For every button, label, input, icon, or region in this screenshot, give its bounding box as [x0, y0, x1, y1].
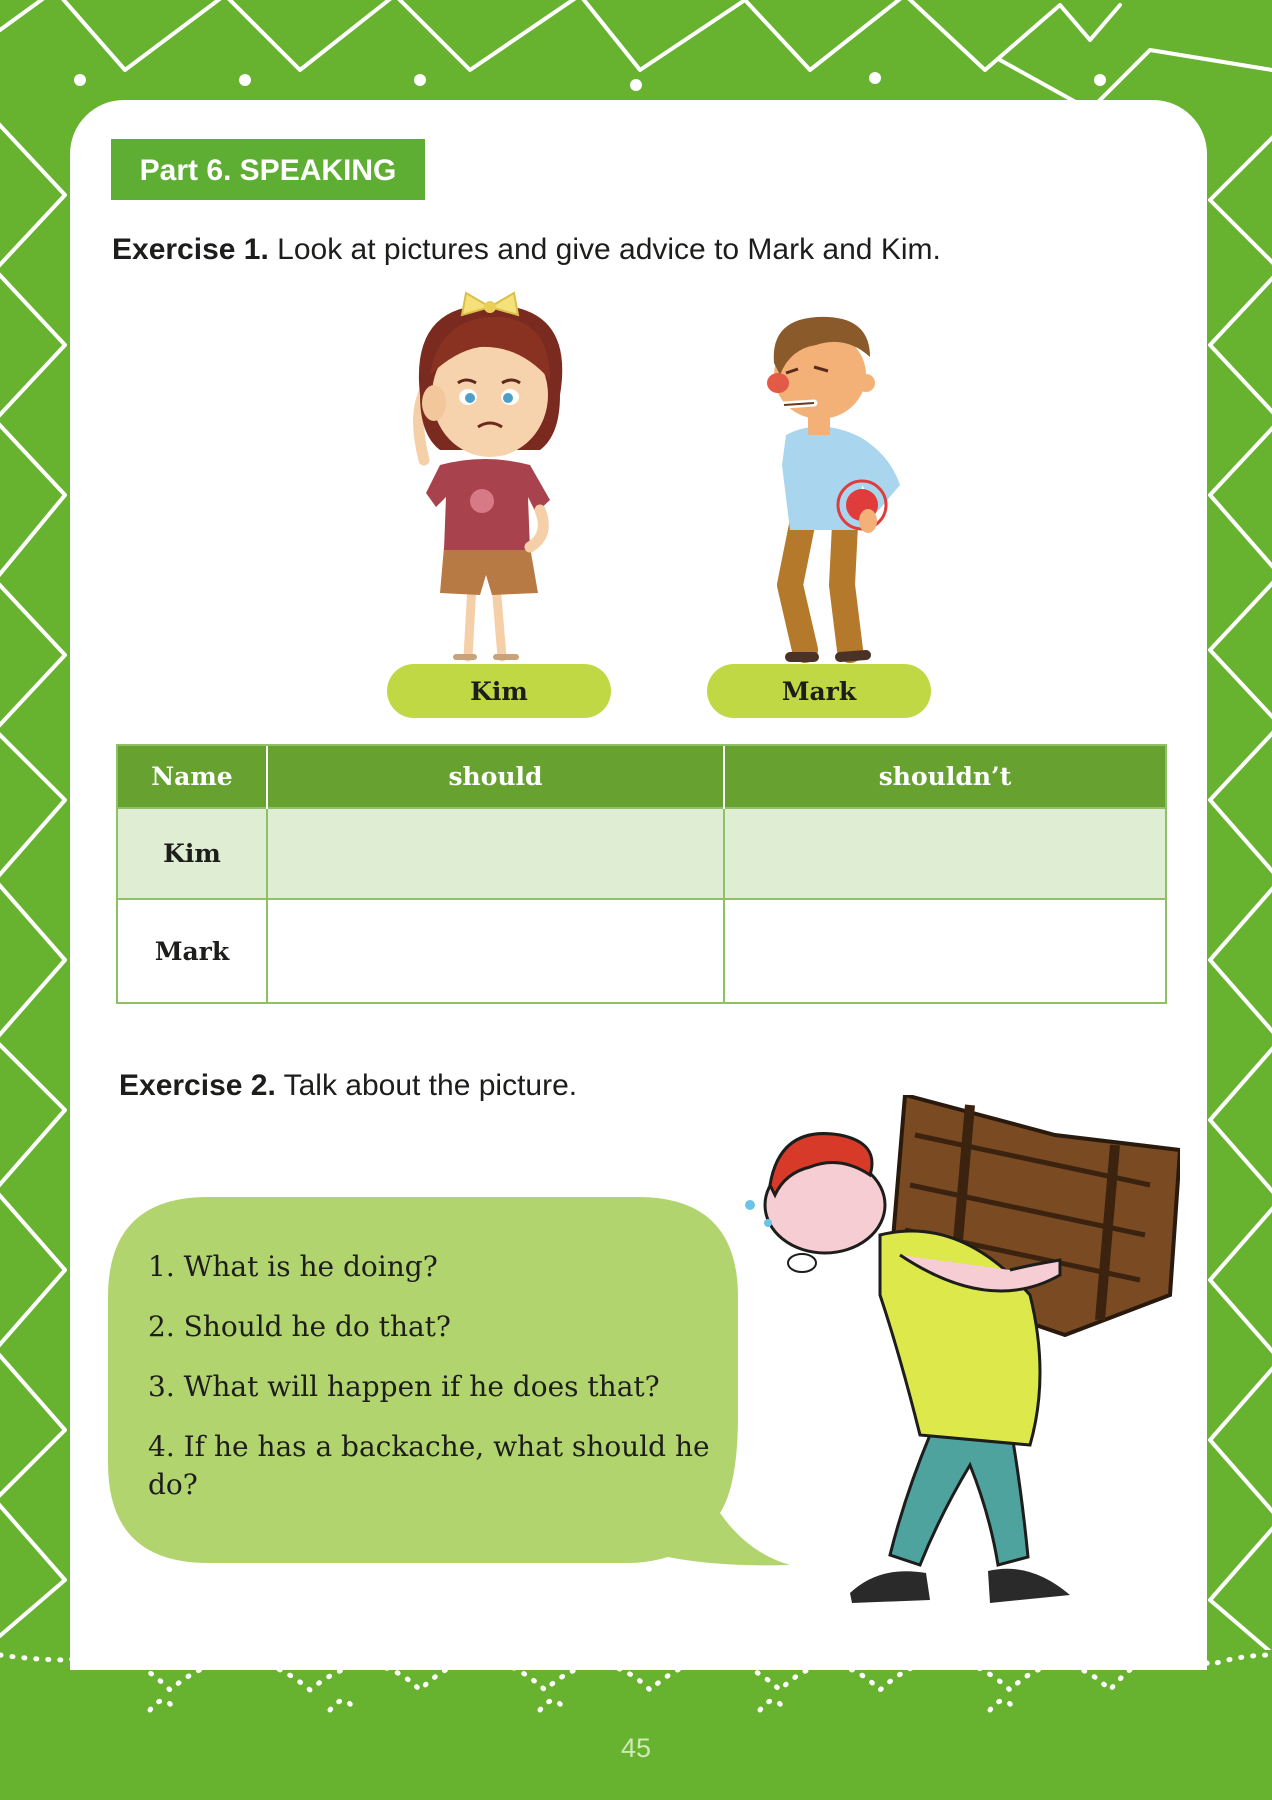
mark-illustration — [767, 316, 900, 663]
exercise-1-instruction: Exercise 1. Look at pictures and give ad… — [112, 233, 941, 267]
kim-illustration — [413, 291, 563, 662]
header-should: should — [266, 744, 724, 808]
exercise-1-label: Exercise 1. — [112, 233, 269, 266]
kim-should-cell[interactable] — [266, 807, 725, 900]
part-heading: Part 6. SPEAKING — [111, 139, 425, 200]
question-2: 2. Should he do that? — [148, 1310, 451, 1343]
question-4: 4. If he has a backache, what should he … — [148, 1430, 710, 1501]
kim-shouldnt-cell[interactable] — [723, 807, 1167, 900]
name-label-mark: Mark — [707, 664, 931, 718]
man-carrying-box-illustration — [745, 1095, 1180, 1603]
header-shouldnt: shouldn’t — [723, 744, 1167, 808]
page-number: 45 — [620, 1733, 652, 1763]
table-row: Kim — [116, 807, 1167, 900]
name-label-kim: Kim — [387, 664, 611, 718]
exercise-1-text: Look at pictures and give advice to Mark… — [277, 233, 941, 266]
exercise-2-text: Talk about the picture. — [283, 1069, 578, 1102]
exercise-2-instruction: Exercise 2. Talk about the picture. — [119, 1069, 577, 1103]
advice-table: Name should shouldn’t Kim Mark — [116, 744, 1167, 1004]
question-3: 3. What will happen if he does that? — [148, 1370, 660, 1403]
header-name: Name — [116, 744, 267, 808]
question-list: 1. What is he doing? 2. Should he do tha… — [148, 1248, 728, 1526]
table-header-row: Name should shouldn’t — [116, 744, 1167, 808]
row-name-mark: Mark — [116, 898, 268, 1004]
row-name-kim: Kim — [116, 807, 268, 900]
question-1: 1. What is he doing? — [148, 1250, 438, 1283]
mark-shouldnt-cell[interactable] — [723, 898, 1167, 1004]
table-row: Mark — [116, 898, 1167, 1004]
mark-should-cell[interactable] — [266, 898, 725, 1004]
exercise-2-label: Exercise 2. — [119, 1069, 276, 1102]
